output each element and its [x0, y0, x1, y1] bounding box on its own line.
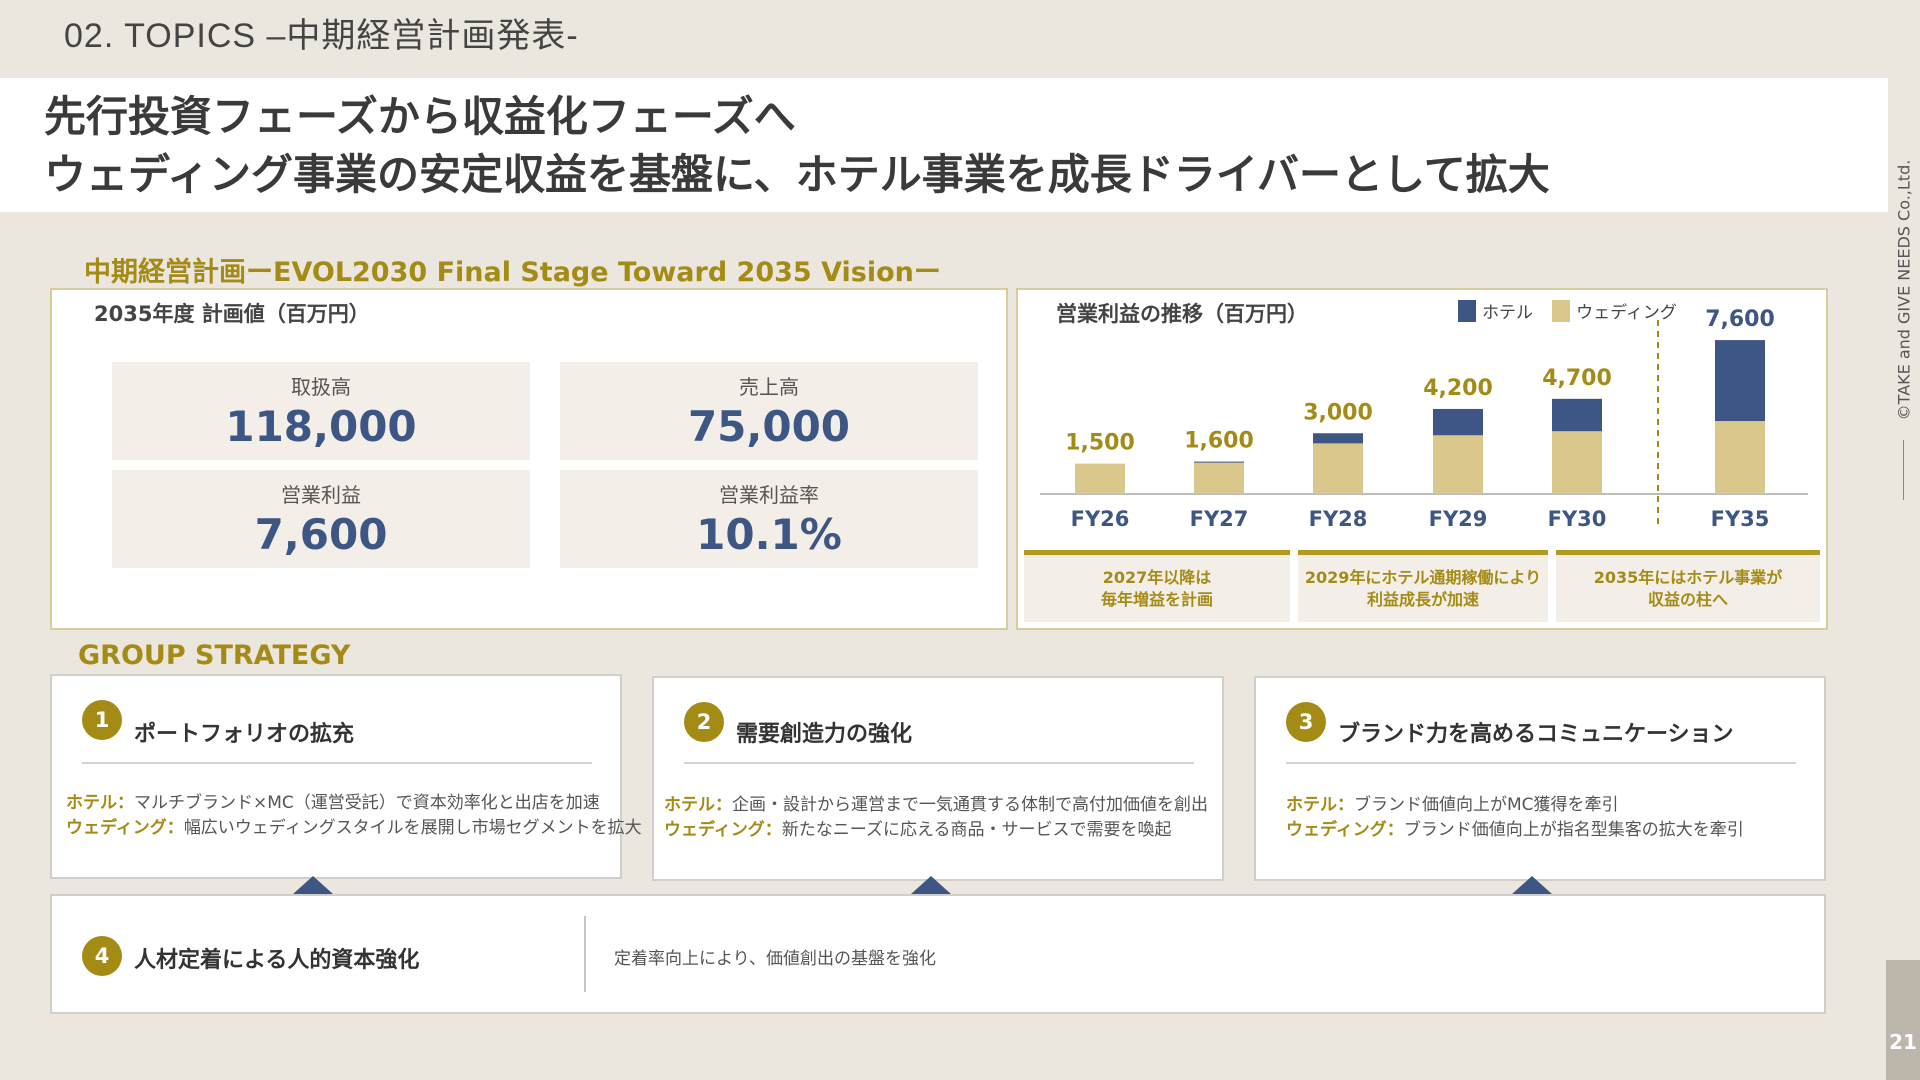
line-key: ウェディング：	[1286, 820, 1404, 840]
strategy-card-title: ポートフォリオの拡充	[134, 722, 355, 747]
bar-wedding-fy26	[1075, 463, 1125, 494]
plan-values-panel: 2035年度 計画値（百万円） 取扱高 118,000 売上高 75,000 営…	[50, 288, 1008, 630]
bar-hotel-fy29	[1433, 408, 1483, 436]
bar-hotel-fy28	[1313, 433, 1363, 444]
kpi-label: 営業利益率	[719, 483, 819, 507]
strategy-card-rule	[684, 762, 1194, 764]
strategy-number-badge: 3	[1286, 702, 1326, 742]
group-strategy-title: GROUP STRATEGY	[78, 640, 351, 671]
strategy-card-rule	[82, 762, 592, 764]
strategy-card-title: 需要創造力の強化	[736, 722, 913, 747]
bar-wedding-fy35	[1715, 421, 1765, 494]
strategy-line-hotel: ホテル：企画・設計から運営まで一気通貫する体制で高付加価値を創出	[664, 790, 1208, 815]
line-key: ホテル：	[1286, 795, 1354, 815]
chart-note-3: 2035年にはホテル事業が 収益の柱へ	[1556, 550, 1820, 622]
copyright-vertical: ©TAKE and GIVE NEEDS Co.,Ltd.	[1888, 130, 1920, 450]
line-text: 企画・設計から運営まで一気通貫する体制で高付加価値を創出	[732, 795, 1208, 815]
kpi-value: 7,600	[254, 510, 388, 559]
strategy-bottom-text: 定着率向上により、価値創出の基盤を強化	[614, 949, 936, 969]
line-key: ウェディング：	[664, 820, 782, 840]
plan-section-title: 中期経営計画ーEVOL2030 Final Stage Toward 2035 …	[84, 257, 941, 288]
kpi-value: 75,000	[687, 402, 851, 451]
bar-hotel-fy35	[1715, 340, 1765, 422]
kpi-label: 売上高	[739, 375, 799, 399]
line-key: ホテル：	[66, 793, 134, 813]
strategy-number-badge: 2	[684, 702, 724, 742]
bar-wedding-fy27	[1194, 462, 1244, 494]
strategy-card-rule	[1286, 762, 1796, 764]
strategy-card-title: 人材定着による人的資本強化	[134, 948, 420, 973]
copyright-text: ©TAKE and GIVE NEEDS Co.,Ltd.	[1894, 159, 1914, 421]
strategy-number-badge: 1	[82, 700, 122, 740]
kpi-transaction-volume: 取扱高 118,000	[112, 362, 530, 460]
strategy-line-hotel: ホテル：マルチブランド×MC（運営受託）で資本効率化と出店を加速	[66, 788, 600, 813]
chart-note-1: 2027年以降は 毎年増益を計画	[1024, 550, 1290, 622]
data-label-fy26: 1,500	[1065, 431, 1135, 456]
bar-hotel-fy27	[1194, 461, 1244, 463]
data-label-fy28: 3,000	[1303, 400, 1373, 425]
topic-heading: 02. TOPICS –中期経営計画発表-	[64, 17, 579, 55]
line-text: 新たなニーズに応える商品・サービスで需要を喚起	[781, 820, 1172, 840]
kpi-operating-margin: 営業利益率 10.1%	[560, 470, 978, 568]
bar-wedding-fy28	[1313, 443, 1363, 494]
bar-wedding-fy30	[1552, 431, 1602, 494]
bar-hotel-fy30	[1552, 398, 1602, 432]
page-number: 21	[1886, 960, 1920, 1080]
x-tick-fy26: FY26	[1071, 507, 1130, 531]
kpi-operating-profit: 営業利益 7,600	[112, 470, 530, 568]
line-text: ブランド価値向上が指名型集客の拡大を牽引	[1403, 820, 1744, 840]
x-tick-fy35: FY35	[1711, 507, 1770, 531]
kpi-value: 118,000	[225, 402, 417, 451]
x-tick-fy27: FY27	[1190, 507, 1249, 531]
x-tick-fy28: FY28	[1309, 507, 1368, 531]
line-text: ブランド価値向上がMC獲得を牽引	[1354, 795, 1619, 815]
operating-profit-chart: 1,500 FY26 1,600 FY27 3,000 FY28 4,200 FY29 4,70…	[1040, 307, 1808, 531]
bar-wedding-fy29	[1433, 435, 1483, 494]
line-text: マルチブランド×MC（運営受託）で資本効率化と出店を加速	[134, 793, 600, 813]
operating-profit-chart-panel: 営業利益の推移（百万円） ホテル ウェディング 1,500 FY26 1,600 FY…	[1016, 288, 1828, 630]
strategy-card-title: ブランド力を高めるコミュニケーション	[1338, 722, 1734, 747]
line-key: ウェディング：	[66, 818, 184, 838]
x-tick-fy30: FY30	[1548, 507, 1607, 531]
page-headline: 先行投資フェーズから収益化フェーズへ ウェディング事業の安定収益を基盤に、ホテル…	[44, 88, 1550, 204]
copyright-divider	[1903, 440, 1904, 500]
plan-values-label: 2035年度 計画値（百万円）	[94, 302, 370, 326]
kpi-label: 営業利益	[281, 483, 361, 507]
strategy-card-demand: 2 需要創造力の強化 ホテル：企画・設計から運営まで一気通貫する体制で高付加価値…	[652, 676, 1224, 881]
x-tick-fy29: FY29	[1429, 507, 1488, 531]
strategy-card-brand: 3 ブランド力を高めるコミュニケーション ホテル：ブランド価値向上がMC獲得を牽…	[1254, 676, 1826, 881]
strategy-card-portfolio: 1 ポートフォリオの拡充 ホテル：マルチブランド×MC（運営受託）で資本効率化と…	[50, 674, 642, 879]
data-label-fy35: 7,600	[1705, 307, 1775, 332]
line-text: 幅広いウェディングスタイルを展開し市場セグメントを拡大	[183, 818, 642, 838]
data-label-fy29: 4,200	[1423, 376, 1493, 401]
strategy-number-badge: 4	[82, 936, 122, 976]
headline-line-2: ウェディング事業の安定収益を基盤に、ホテル事業を成長ドライバーとして拡大	[44, 150, 1550, 199]
arrow-up-icon	[1512, 876, 1552, 894]
strategy-line-wedding: ウェディング：新たなニーズに応える商品・サービスで需要を喚起	[664, 815, 1171, 840]
strategy-line-wedding: ウェディング：幅広いウェディングスタイルを展開し市場セグメントを拡大	[66, 813, 642, 838]
kpi-value: 10.1%	[696, 510, 842, 559]
kpi-label: 取扱高	[291, 375, 351, 399]
arrow-up-icon	[293, 876, 333, 894]
strategy-line-wedding: ウェディング：ブランド価値向上が指名型集客の拡大を牽引	[1286, 815, 1744, 840]
line-key: ホテル：	[664, 795, 732, 815]
strategy-card-divider	[584, 916, 586, 992]
chart-note-2: 2029年にホテル通期稼働により 利益成長が加速	[1298, 550, 1548, 622]
data-label-fy27: 1,600	[1184, 429, 1254, 454]
strategy-card-human-capital: 4 人材定着による人的資本強化 定着率向上により、価値創出の基盤を強化	[50, 894, 1826, 1014]
strategy-line-hotel: ホテル：ブランド価値向上がMC獲得を牽引	[1286, 790, 1619, 815]
kpi-revenue: 売上高 75,000	[560, 362, 978, 460]
data-label-fy30: 4,700	[1542, 366, 1612, 391]
arrow-up-icon	[911, 876, 951, 894]
headline-line-1: 先行投資フェーズから収益化フェーズへ	[44, 92, 796, 141]
